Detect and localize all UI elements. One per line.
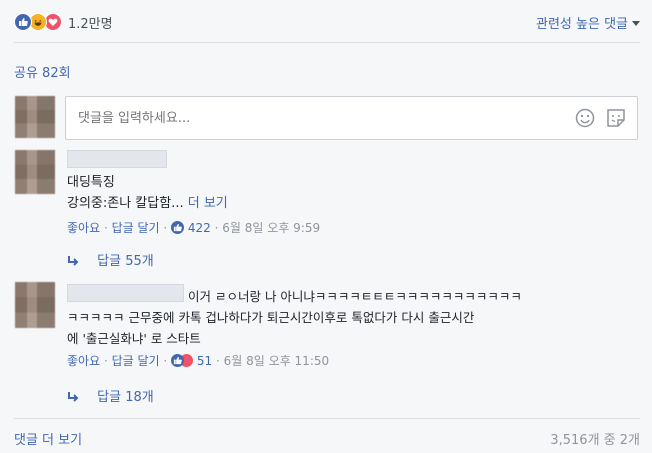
timestamp[interactable]: 6월 8일 오후 9:59 bbox=[222, 221, 320, 235]
more-comments-link[interactable]: 댓글 더 보기 bbox=[14, 429, 82, 448]
share-count[interactable]: 공유 82회 bbox=[14, 62, 71, 81]
replies-link[interactable]: 답글 55개 bbox=[67, 250, 154, 271]
divider bbox=[14, 42, 640, 43]
pagination-count: 3,516개 중 2개 bbox=[550, 433, 640, 448]
like-button[interactable]: 좋아요 bbox=[67, 221, 100, 235]
commenter-name[interactable] bbox=[67, 150, 167, 168]
replies-count[interactable]: 답글 55개 bbox=[97, 254, 154, 269]
see-more-link[interactable]: 더 보기 bbox=[188, 196, 228, 211]
sticker-icon[interactable] bbox=[605, 107, 627, 133]
avatar[interactable] bbox=[15, 150, 55, 194]
emoji-icon[interactable] bbox=[575, 108, 595, 132]
reply-button[interactable]: 답글 달기 bbox=[112, 354, 160, 368]
reaction-like-icon bbox=[171, 221, 185, 234]
avatar bbox=[15, 96, 55, 138]
reaction-count[interactable]: 422 bbox=[188, 221, 211, 235]
reaction-count[interactable]: 51 bbox=[197, 354, 212, 368]
reaction-like-icon bbox=[171, 354, 185, 367]
comment-actions: 좋아요 · 답글 달기 · 422 · 6월 8일 오후 9:59 bbox=[67, 221, 321, 235]
comment-text: 이거 ㄹㅇ너랑 나 아니냐ㅋㅋㅋㅋㅌㅌㅌㅋㅋㅋㅋㅋㅋㅋㅋㅋㅋㅋ ㅋㅋㅋㅋㅋ 근무… bbox=[67, 286, 637, 349]
comment-line: 에 '출근실화냐' 로 스타트 bbox=[67, 331, 201, 346]
reply-arrow-icon bbox=[67, 255, 79, 271]
reaction-count[interactable]: 1.2만명 bbox=[68, 13, 113, 32]
avatar[interactable] bbox=[15, 282, 55, 328]
like-button[interactable]: 좋아요 bbox=[67, 354, 100, 368]
reply-button[interactable]: 답글 달기 bbox=[112, 221, 160, 235]
like-icon[interactable] bbox=[14, 13, 32, 31]
comment-line: 대딩특징 bbox=[67, 175, 115, 190]
divider bbox=[14, 418, 640, 419]
replies-count[interactable]: 답글 18개 bbox=[97, 390, 154, 405]
replies-link[interactable]: 답글 18개 bbox=[67, 386, 154, 407]
comment-input[interactable] bbox=[65, 96, 638, 140]
comment-line: 이거 ㄹㅇ너랑 나 아니냐ㅋㅋㅋㅋㅌㅌㅌㅋㅋㅋㅋㅋㅋㅋㅋㅋㅋㅋ bbox=[188, 289, 522, 304]
timestamp[interactable]: 6월 8일 오후 11:50 bbox=[224, 354, 329, 368]
sort-dropdown-label[interactable]: 관련성 높은 댓글 bbox=[536, 13, 628, 32]
comment-input-field[interactable] bbox=[76, 107, 560, 129]
comment-actions: 좋아요 · 답글 달기 · 51 · 6월 8일 오후 11:50 bbox=[67, 354, 330, 368]
comment-line: ㅋㅋㅋㅋㅋ 근무중에 카톡 겁나하다가 퇴근시간이후로 톡없다가 다시 출근시간 bbox=[67, 310, 475, 325]
comment-text: 대딩특징 강의중:존나 칼답함... 더 보기 bbox=[67, 172, 228, 214]
comment-line: 강의중:존나 칼답함... bbox=[67, 196, 184, 211]
reply-arrow-icon bbox=[67, 391, 79, 407]
chevron-down-icon[interactable] bbox=[632, 21, 640, 26]
